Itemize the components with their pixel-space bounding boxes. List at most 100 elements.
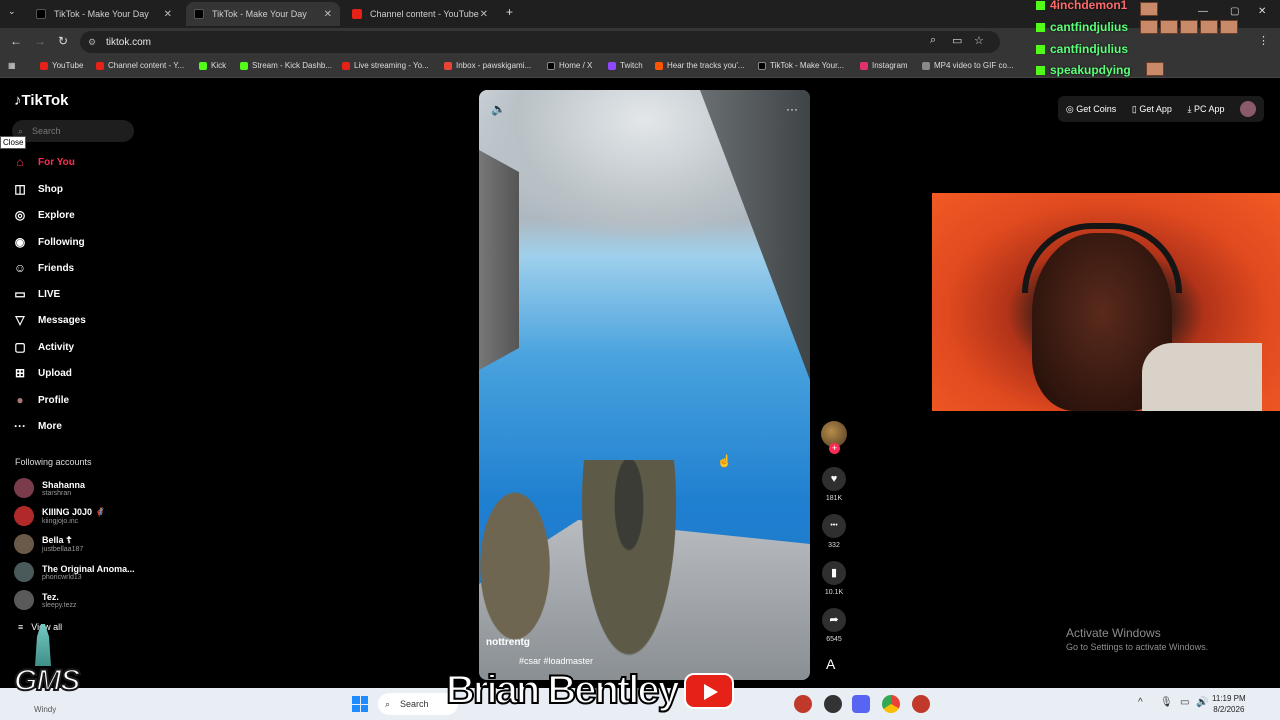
video-options-icon[interactable]: ··· <box>786 102 798 116</box>
maximize-icon[interactable]: ▢ <box>1230 6 1239 17</box>
emote-icon <box>1140 2 1158 16</box>
discord-icon[interactable] <box>852 695 870 713</box>
search-icon: ⌕ <box>385 699 391 709</box>
taskbar-clock[interactable]: 11:19 PM 8/2/2026 <box>1212 693 1246 715</box>
account-name: Tez. <box>42 591 59 602</box>
gms-logo: GMS <box>13 663 81 698</box>
app-icon[interactable] <box>912 695 930 713</box>
nav-upload[interactable]: ⊞ Upload <box>12 366 72 380</box>
get-coins-button[interactable]: ◎ Get Coins <box>1066 104 1116 115</box>
bookmark-live-streaming[interactable]: Live streaming - Yo... <box>342 61 429 70</box>
cast-icon[interactable]: ▭ <box>952 34 962 47</box>
share-action[interactable]: ➦ 6545 <box>820 608 848 643</box>
volume-icon[interactable]: 🔊 <box>1196 697 1208 708</box>
nav-explore[interactable]: ◎ Explore <box>12 208 75 222</box>
account-item[interactable]: KIIING J0J0 🦸 kiingjojo.inc <box>14 506 106 526</box>
account-item[interactable]: Bella ☦ justbellaa187 <box>14 534 83 554</box>
app-icon[interactable] <box>824 695 842 713</box>
tray-chevron-icon[interactable]: ^ <box>1138 697 1143 708</box>
tab-tiktok-1[interactable]: TikTok - Make Your Day ✕ <box>28 2 180 26</box>
avatar <box>14 562 34 582</box>
nav-label: Shop <box>38 183 63 195</box>
bookmark-star-icon[interactable]: ☆ <box>974 34 984 47</box>
bookmark-soundcloud[interactable]: Hear the tracks you'... <box>655 61 745 70</box>
bookmark-icon[interactable]: ▮ <box>822 561 846 585</box>
back-icon[interactable]: ← <box>10 34 22 48</box>
comment-action[interactable]: ••• 332 <box>820 514 848 549</box>
nav-live[interactable]: ▭ LIVE <box>12 287 60 301</box>
live-icon: ▭ <box>14 287 26 301</box>
tab-tiktok-2[interactable]: TikTok - Make Your Day ✕ <box>186 2 340 26</box>
apps-icon[interactable]: ▦ <box>8 61 16 70</box>
minimize-icon[interactable]: — <box>1198 6 1208 17</box>
video-hashtags[interactable]: #csar #loadmaster <box>519 656 593 666</box>
list-icon: ≡ <box>18 622 24 632</box>
nav-messages[interactable]: ▽ Messages <box>12 313 85 327</box>
bookmark-inbox[interactable]: Inbox - pawskigami... <box>444 61 531 70</box>
video-player[interactable]: 🔈 ··· nottrentg #csar #loadmaster <box>479 90 810 680</box>
user-avatar[interactable] <box>1240 101 1257 117</box>
close-window-icon[interactable]: ✕ <box>1258 6 1266 17</box>
forward-icon[interactable]: → <box>34 34 46 48</box>
nav-activity[interactable]: ▢ Activity <box>12 340 74 354</box>
tab-youtube[interactable]: Channel content - YouTube ✕ <box>344 2 496 26</box>
text-style-icon[interactable]: A <box>826 656 835 672</box>
new-tab-icon[interactable]: + <box>506 5 513 19</box>
url-field[interactable]: ⚙ tiktok.com <box>80 31 1000 53</box>
bookmark-twitch[interactable]: Twitch <box>608 61 643 70</box>
account-item[interactable]: Shahanna starshran <box>14 478 85 498</box>
bookmark-x[interactable]: Home / X <box>547 61 592 70</box>
account-item[interactable]: The Original Anoma... phoricwrld13 <box>14 562 135 582</box>
reload-icon[interactable]: ↻ <box>58 34 68 48</box>
close-tab-icon[interactable]: ✕ <box>164 9 172 20</box>
nav-more[interactable]: ··· More <box>12 419 62 433</box>
microphone-icon[interactable]: 🎙 <box>1160 697 1173 708</box>
avatar <box>14 590 34 610</box>
tiktok-logo[interactable]: ♪TikTok <box>14 92 68 109</box>
close-tab-icon[interactable]: ✕ <box>480 9 488 20</box>
get-app-button[interactable]: ▯ Get App <box>1132 104 1172 115</box>
app-icon[interactable] <box>794 695 812 713</box>
taskbar-search-label: Search <box>400 699 429 709</box>
site-info-icon[interactable]: ⚙ <box>88 37 96 48</box>
bookmark-tiktok[interactable]: TikTok - Make Your... <box>758 61 844 70</box>
share-icon[interactable]: ➦ <box>822 608 846 632</box>
nav-for-you[interactable]: ⌂ For You <box>12 155 74 169</box>
heart-icon[interactable]: ♥ <box>822 467 846 491</box>
volume-icon[interactable]: 🔈 <box>491 102 506 116</box>
headset <box>1022 223 1182 293</box>
nav-label: LIVE <box>38 288 61 300</box>
bag-icon: ◫ <box>14 182 26 196</box>
nav-following[interactable]: ◉ Following <box>12 235 85 249</box>
menu-icon[interactable]: ⋮ <box>1258 34 1269 47</box>
more-icon: ··· <box>14 419 26 433</box>
account-item[interactable]: Tez. sleepy.tezz <box>14 590 77 610</box>
phone-icon: ▯ <box>1131 103 1137 114</box>
windows-start-icon[interactable] <box>352 696 368 712</box>
comment-count: 332 <box>828 542 840 549</box>
search-input[interactable]: ⌕ Search <box>12 120 134 142</box>
bookmark-channel-content[interactable]: Channel content - Y... <box>96 61 184 70</box>
comment-icon[interactable]: ••• <box>822 514 846 538</box>
pc-app-button[interactable]: ⤓ PC App <box>1188 104 1225 115</box>
video-username[interactable]: nottrentg <box>486 637 530 648</box>
chrome-icon[interactable] <box>882 695 900 713</box>
bookmark-instagram[interactable]: Instagram <box>860 61 908 70</box>
zoom-icon[interactable]: ⌕ <box>930 34 936 47</box>
follow-plus-icon[interactable]: + <box>829 443 840 454</box>
network-icon[interactable]: ▭ <box>1180 697 1189 708</box>
account-handle: kiingjojo.inc <box>42 518 79 525</box>
bookmark-kick-dashboard[interactable]: Stream - Kick Dashb... <box>240 61 332 70</box>
close-tab-icon[interactable]: ✕ <box>324 9 332 20</box>
bookmark-youtube[interactable]: YouTube <box>40 61 83 70</box>
like-action[interactable]: ♥ 181K <box>820 467 848 502</box>
tab-search-icon[interactable]: ⌄ <box>8 6 16 17</box>
bookmark-action[interactable]: ▮ 10.1K <box>820 561 848 596</box>
bookmark-kick[interactable]: Kick <box>199 61 226 70</box>
nav-shop[interactable]: ◫ Shop <box>12 182 63 196</box>
nav-profile[interactable]: ● Profile <box>12 393 69 407</box>
bookmark-mp4-to-gif[interactable]: MP4 video to GIF co... <box>922 61 1014 70</box>
nav-friends[interactable]: ☺ Friends <box>12 261 74 275</box>
kick-icon <box>1036 0 1045 10</box>
friends-icon: ☺ <box>13 261 27 275</box>
